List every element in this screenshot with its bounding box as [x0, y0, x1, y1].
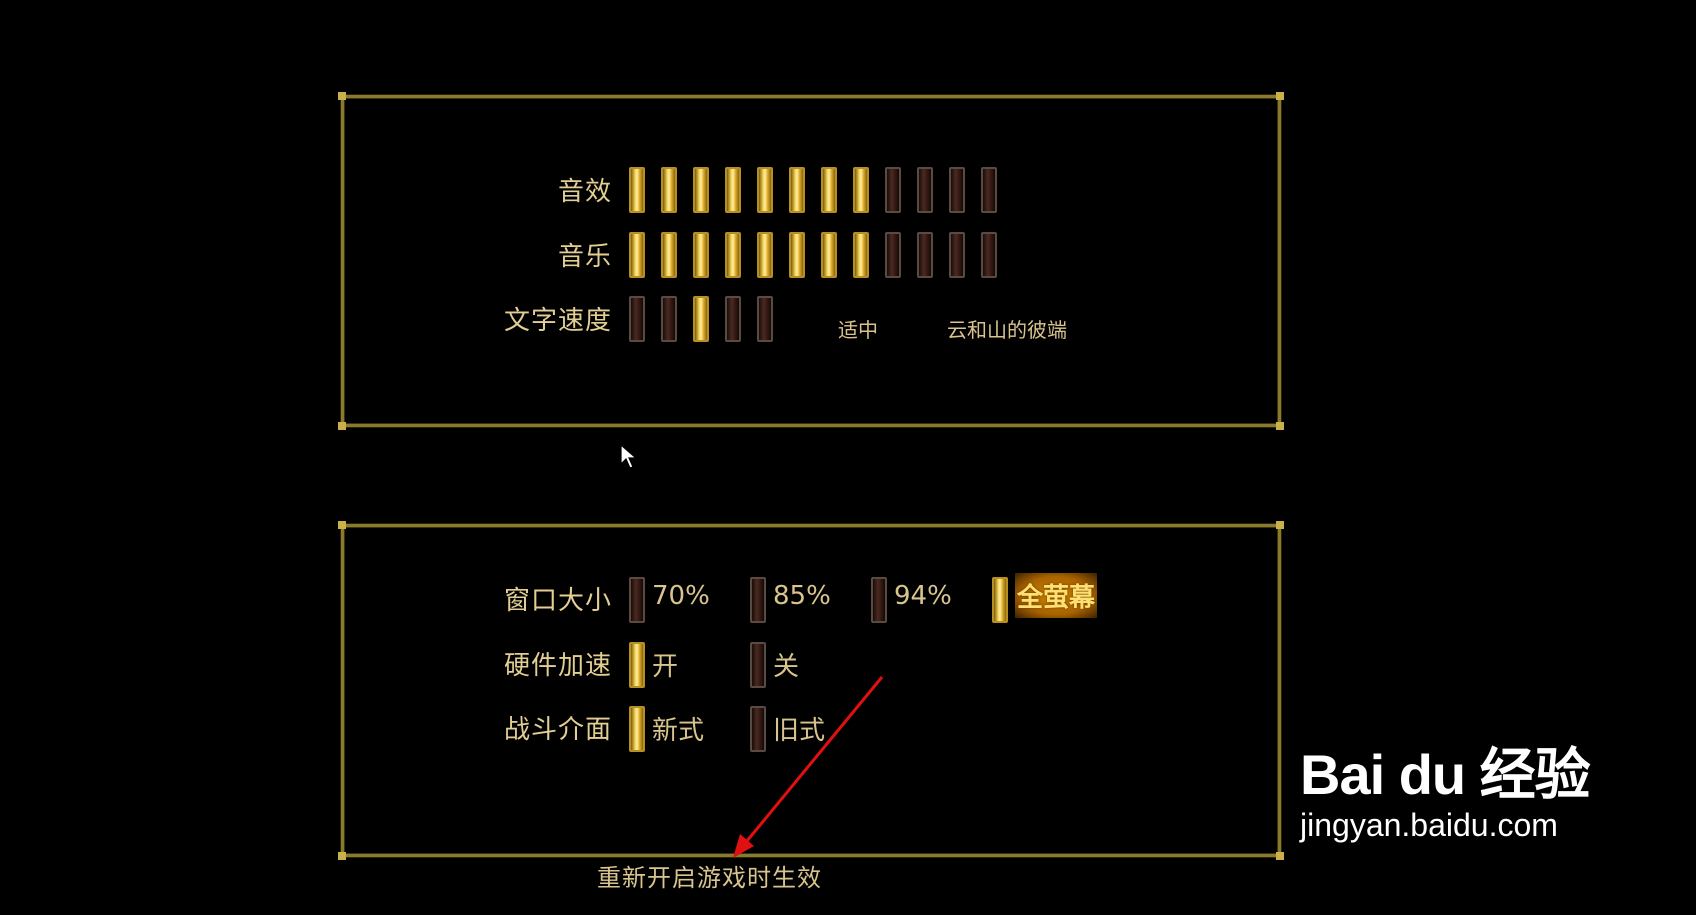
baidu-logo: Bai du 经验 [1300, 743, 1591, 806]
baidu-watermark: Bai du 经验 jingyan.baidu.com [1300, 730, 1591, 844]
baidu-url: jingyan.baidu.com [1300, 807, 1558, 843]
